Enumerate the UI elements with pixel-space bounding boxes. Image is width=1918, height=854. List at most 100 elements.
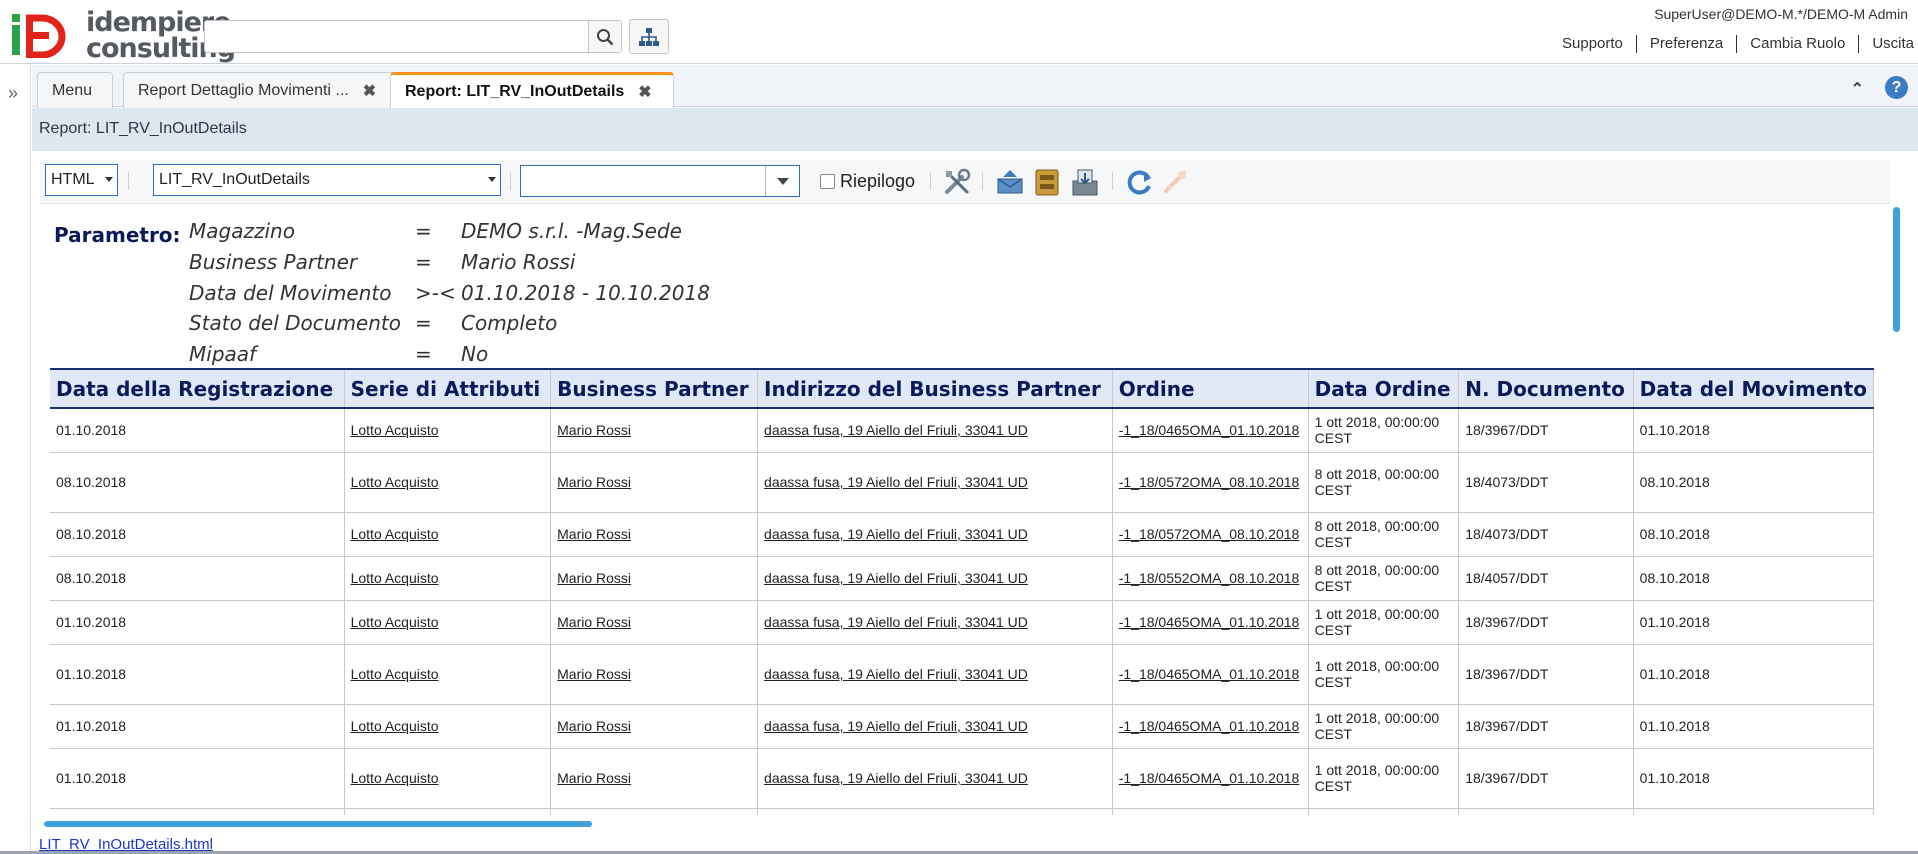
cell-registration-date: 01.10.2018: [50, 644, 345, 705]
cell-business-partner-link[interactable]: Mario Rossi: [550, 556, 759, 601]
app-header: idempiere consulting SuperUser@DEMO-M.*/…: [0, 0, 1918, 64]
collapse-header-icon[interactable]: ⌃: [1851, 79, 1864, 99]
cell-bp-address-link[interactable]: daassa fusa, 19 Aiello del Friuli, 33041…: [757, 408, 1113, 453]
report-view-value: LIT_RV_InOutDetails: [159, 171, 310, 188]
logout-link[interactable]: Uscita: [1859, 35, 1918, 53]
cell-order-link[interactable]: -1_18/0465OMA_01.10.2018: [1112, 408, 1309, 453]
cell-order-link[interactable]: -1_18/0572OMA_08.10.2018: [1112, 452, 1309, 513]
cell-movement-date: 01.10.2018: [1633, 704, 1874, 749]
cell-bp-address-link[interactable]: daassa fusa, 19 Aiello del Friuli, 33041…: [757, 556, 1113, 601]
search-button[interactable]: [588, 21, 621, 52]
cell-order-date: 1 ott 2018, 00:00:00 CEST: [1308, 748, 1460, 809]
idempiere-logo[interactable]: idempiere consulting: [10, 9, 236, 62]
chevron-down-icon: [488, 177, 496, 182]
cell-attribute-set-link[interactable]: Lotto Acquisto: [344, 452, 552, 513]
tab-label: Report: LIT_RV_InOutDetails: [405, 83, 625, 100]
preferences-link[interactable]: Preferenza: [1637, 35, 1738, 53]
output-format-select[interactable]: HTML: [45, 164, 118, 196]
cell-bp-address-link[interactable]: daassa fusa, 19 Aiello del Friuli, 33041…: [757, 704, 1113, 749]
cell-movement-date: [1633, 808, 1874, 815]
global-search-input[interactable]: [205, 21, 589, 52]
print-format-combobox[interactable]: [520, 165, 800, 197]
table-row: 08.10.2018 Lotto Acquisto Mario Rossi da…: [50, 452, 1874, 513]
cell-business-partner-link[interactable]: Mario Rossi: [550, 644, 759, 705]
cell-order-link[interactable]: -1_18/0552OMA_08.10.2018: [1112, 556, 1309, 601]
cell-attribute-set-link[interactable]: Lotto Acquisto: [344, 556, 552, 601]
table-row: 01.10.2018 Lotto Acquisto Mario Rossi da…: [50, 644, 1874, 705]
cell-attribute-set-link[interactable]: Lotto Acquisto: [344, 408, 552, 453]
cell-document-no: 18/3967/DDT: [1458, 408, 1634, 453]
cell-registration-date: 08.10.2018: [50, 512, 345, 557]
report-viewer[interactable]: Parametro: Magazzino = DEMO s.r.l. -Mag.…: [40, 205, 1874, 815]
cell-document-no: 18/3967/DDT: [1458, 748, 1634, 809]
cell-attribute-set-link[interactable]: Lotto Acquisto: [344, 704, 552, 749]
archive-icon[interactable]: [1032, 167, 1062, 197]
cell-attribute-set-link[interactable]: Lotto Acquisto: [344, 748, 552, 809]
cell-bp-address-link[interactable]: daassa fusa, 19 Aiello del Friuli, 33041…: [757, 452, 1113, 513]
support-link[interactable]: Supporto: [1549, 35, 1637, 53]
table-row: 08.10.2018 Lotto Acquisto Mario Rossi da…: [50, 512, 1874, 557]
parameter-value: Mario Rossi: [461, 250, 576, 274]
tab-report-dettaglio-movimenti[interactable]: Report Dettaglio Movimenti ... ✖: [123, 72, 419, 108]
cell-business-partner-link[interactable]: Mario Rossi: [550, 600, 759, 645]
table-row: 08.10.2018 Lotto Acquisto Mario Rossi da…: [50, 556, 1874, 601]
cell-business-partner-link[interactable]: Mario Rossi: [550, 408, 759, 453]
cell-business-partner-link[interactable]: Mario Rossi: [550, 452, 759, 513]
send-email-icon[interactable]: [995, 167, 1025, 197]
table-row: 01.10.2018 Lotto Acquisto Mario Rossi da…: [50, 704, 1874, 749]
refresh-icon[interactable]: [1125, 167, 1155, 197]
cell-document-no: 18/4073/DDT: [1458, 512, 1634, 557]
global-search: [204, 20, 622, 53]
help-icon[interactable]: ?: [1885, 76, 1908, 99]
cell-bp-address-link[interactable]: daassa fusa, 19 Aiello del Friuli, 33041…: [757, 512, 1113, 557]
logo-mark-icon: [12, 14, 66, 58]
parameter-name: Mipaaf: [189, 342, 257, 366]
export-icon[interactable]: [1070, 167, 1100, 197]
cell-document-no: 18/4073/DDT: [1458, 452, 1634, 513]
toolbar-separator: [982, 172, 983, 190]
west-panel-collapsed: »: [0, 65, 31, 854]
customize-report-icon[interactable]: [942, 167, 972, 197]
cell-business-partner-link[interactable]: Mario Rossi: [550, 512, 759, 557]
combobox-dropdown-button[interactable]: [765, 166, 799, 196]
cell-bp-address-link[interactable]: daassa fusa, 19 Aiello del Friuli, 33041…: [757, 748, 1113, 809]
cell-registration-date: 08.10.2018: [50, 556, 345, 601]
close-tab-icon[interactable]: ✖: [363, 81, 376, 101]
summary-checkbox[interactable]: [820, 174, 835, 189]
toolbar-separator: [510, 172, 511, 190]
tab-menu[interactable]: Menu: [37, 72, 113, 108]
cell-bp-address-link[interactable]: daassa fusa, 19 Aiello del Friuli, 33041…: [757, 644, 1113, 705]
report-toolbar: HTML LIT_RV_InOutDetails Riepilogo: [40, 160, 1890, 204]
cell-attribute-set-link[interactable]: Lotto Acquisto: [344, 600, 552, 645]
cell-order-link[interactable]: -1_18/0465OMA_01.10.2018: [1112, 748, 1309, 809]
cell-business-partner-link[interactable]: Mario Rossi: [550, 748, 759, 809]
cell-bp-address-link[interactable]: daassa fusa, 19 Aiello del Friuli, 33041…: [757, 600, 1113, 645]
sitemap-icon: [639, 27, 659, 46]
cell-movement-date: 01.10.2018: [1633, 600, 1874, 645]
cell-order-date: 8 ott 2018, 00:00:00 CEST: [1308, 556, 1460, 601]
cell-attribute-set-link[interactable]: Lotto Acquisto: [344, 644, 552, 705]
parameter-operator: =: [415, 342, 432, 366]
cell-order-link[interactable]: -1_18/0465OMA_01.10.2018: [1112, 600, 1309, 645]
summary-toggle[interactable]: Riepilogo: [820, 171, 915, 192]
window-tab-bar: Menu Report Dettaglio Movimenti ... ✖ Re…: [32, 65, 1918, 109]
vertical-scrollbar[interactable]: [1893, 207, 1900, 332]
expand-panel-icon[interactable]: »: [8, 83, 18, 104]
chevron-down-icon: [777, 178, 789, 185]
column-header: Business Partner: [550, 370, 759, 409]
cell-order-link[interactable]: -1_18/0465OMA_01.10.2018: [1112, 644, 1309, 705]
cell-order-link[interactable]: -1_18/0465OMA_01.10.2018: [1112, 704, 1309, 749]
close-tab-icon[interactable]: ✖: [638, 82, 651, 102]
cell-attribute-set-link[interactable]: Lotto Acquisto: [344, 512, 552, 557]
run-process-icon[interactable]: [1160, 167, 1190, 197]
column-header: Data del Movimento: [1633, 370, 1874, 409]
table-row: 01.10.2018 Lotto Acquisto Mario Rossi da…: [50, 600, 1874, 645]
horizontal-scrollbar[interactable]: [44, 821, 592, 827]
cell-business-partner-link[interactable]: Mario Rossi: [550, 704, 759, 749]
report-view-select[interactable]: LIT_RV_InOutDetails: [153, 164, 501, 196]
cell-registration-date: 08.10.2018: [50, 452, 345, 513]
cell-order-link[interactable]: -1_18/0572OMA_08.10.2018: [1112, 512, 1309, 557]
change-role-link[interactable]: Cambia Ruolo: [1737, 35, 1860, 53]
tab-report-lit-rv-inoutdetails[interactable]: Report: LIT_RV_InOutDetails ✖: [390, 72, 674, 109]
menu-tree-button[interactable]: [629, 19, 669, 54]
